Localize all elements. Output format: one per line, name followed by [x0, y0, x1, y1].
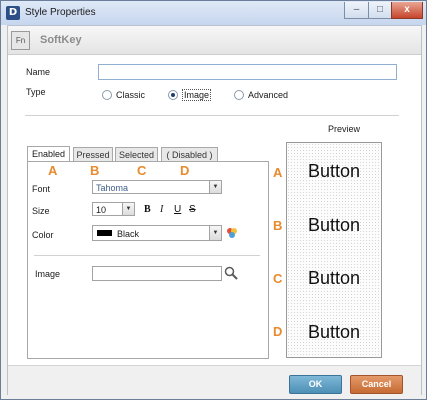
font-select[interactable]: Tahoma ▼ [92, 180, 222, 194]
preview-area: Button Button Button Button [286, 142, 382, 358]
header-bar: Fn SoftKey [8, 26, 421, 55]
strikethrough-button[interactable]: S [189, 204, 196, 215]
tab-selected[interactable]: Selected [115, 147, 158, 162]
color-picker-icon[interactable] [225, 226, 239, 240]
font-value: Tahoma [96, 183, 129, 193]
size-select[interactable]: 10 ▼ [92, 202, 135, 216]
type-classic-label[interactable]: Classic [116, 90, 145, 100]
color-label: Color [32, 230, 54, 240]
tab-disabled[interactable]: ( Disabled ) [161, 147, 218, 162]
name-label: Name [26, 67, 51, 77]
app-icon: D [6, 6, 20, 20]
dialog-body: Fn SoftKey Name Type Classic Image Advan… [7, 25, 422, 395]
preview-button-c: Button [307, 268, 361, 288]
preview-title: Preview [328, 124, 361, 134]
preview-marker-a: A [273, 165, 283, 180]
preview-marker-c: C [273, 271, 283, 286]
preview-marker-b: B [273, 218, 283, 233]
image-label: Image [35, 269, 61, 279]
tab-enabled[interactable]: Enabled [27, 146, 70, 162]
name-input[interactable] [98, 64, 397, 80]
underline-button[interactable]: U [174, 204, 181, 215]
bold-button[interactable]: B [144, 204, 151, 215]
preview-button-a: Button [307, 161, 361, 181]
marker-c: C [137, 163, 147, 178]
italic-button[interactable]: I [160, 204, 163, 215]
style-properties-window: D Style Properties – □ x Fn SoftKey Name… [0, 0, 427, 400]
marker-d: D [180, 163, 190, 178]
color-swatch [97, 230, 112, 236]
chevron-down-icon: ▼ [209, 181, 221, 193]
marker-a: A [48, 163, 58, 178]
title-bar: D Style Properties – □ x [1, 1, 426, 25]
minimize-button[interactable]: – [344, 2, 369, 19]
separator [25, 115, 399, 116]
header-title: SoftKey [40, 34, 82, 46]
size-value: 10 [96, 205, 107, 215]
type-classic-radio[interactable] [102, 90, 112, 100]
panel-separator [34, 255, 260, 256]
fn-icon: Fn [11, 31, 30, 50]
search-icon[interactable] [224, 266, 238, 280]
color-value: Black [117, 229, 140, 239]
type-advanced-label[interactable]: Advanced [248, 90, 288, 100]
close-button[interactable]: x [391, 2, 423, 19]
font-label: Font [32, 184, 51, 194]
footer-bar: OK Cancel [8, 365, 421, 395]
ok-button[interactable]: OK [289, 375, 342, 394]
image-input[interactable] [92, 266, 222, 281]
color-select[interactable]: Black ▼ [92, 225, 222, 241]
window-title: Style Properties [25, 7, 96, 18]
preview-marker-d: D [273, 324, 283, 339]
chevron-down-icon: ▼ [122, 203, 134, 215]
preview-button-b: Button [307, 215, 361, 235]
type-label: Type [26, 87, 46, 97]
cancel-button[interactable]: Cancel [350, 375, 403, 394]
size-label: Size [32, 206, 50, 216]
preview-button-d: Button [307, 322, 361, 342]
tab-pressed[interactable]: Pressed [73, 147, 113, 162]
type-image-label[interactable]: Image [182, 89, 212, 101]
marker-b: B [90, 163, 100, 178]
chevron-down-icon: ▼ [209, 226, 221, 240]
type-image-radio[interactable] [168, 90, 178, 100]
type-advanced-radio[interactable] [234, 90, 244, 100]
maximize-button[interactable]: □ [368, 2, 392, 19]
